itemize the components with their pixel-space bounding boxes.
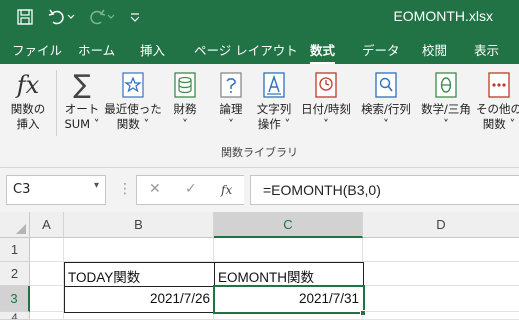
select-all-button[interactable] bbox=[0, 212, 30, 238]
file-title: EOMONTH.xlsx bbox=[393, 8, 493, 24]
cell-a1[interactable] bbox=[30, 238, 64, 262]
cell-b2[interactable]: TODAY関数 bbox=[64, 262, 215, 287]
tab-formulas[interactable]: 数式 bbox=[310, 40, 336, 65]
cell-c2[interactable]: EOMONTH関数 bbox=[214, 262, 364, 287]
financial-label-1: 財務 bbox=[173, 102, 197, 116]
tab-file[interactable]: ファイル bbox=[12, 40, 62, 59]
tab-data[interactable]: データ bbox=[362, 40, 400, 59]
math-trig-label-2: ˅ bbox=[443, 117, 449, 131]
star-recent-icon bbox=[104, 68, 162, 102]
redo-dropdown-icon[interactable] bbox=[104, 6, 118, 28]
logical-label-2: ˅ bbox=[228, 117, 234, 131]
column-header-c[interactable]: C bbox=[214, 212, 363, 238]
lookup-icon bbox=[356, 68, 416, 102]
autosum-icon: ∑ bbox=[73, 70, 91, 100]
date-time-label-2: ˅ bbox=[323, 117, 329, 131]
math-trig-label-1: 数学/三角 bbox=[421, 102, 471, 116]
text-functions-label-1: 文字列 bbox=[256, 102, 292, 116]
ribbon-formulas: fx 関数の 挿入 ∑ オート SUM ˅ 最近使った 関数 ˅ 財務 ˅ 論理… bbox=[0, 64, 519, 168]
lookup-reference-button[interactable]: 検索/行列 ˅ bbox=[356, 68, 416, 132]
more-functions-icon bbox=[474, 68, 519, 102]
cell-d3[interactable] bbox=[363, 286, 519, 312]
cell-a2[interactable] bbox=[30, 262, 64, 286]
logical-icon bbox=[208, 68, 254, 102]
text-functions-label-2: 操作 ˅ bbox=[257, 117, 291, 131]
financial-icon bbox=[162, 68, 208, 102]
autosum-button[interactable]: ∑ オート SUM ˅ bbox=[58, 68, 106, 132]
math-trig-button[interactable]: 数学/三角 ˅ bbox=[416, 68, 476, 132]
more-functions-button[interactable]: その他の 関数 ˅ bbox=[474, 68, 519, 132]
insert-function-label-1: 関数の bbox=[10, 102, 46, 116]
ribbon-tabs: ファイル ホーム 挿入 ページ レイアウト 数式 データ 校閲 表示 bbox=[0, 34, 519, 65]
recently-used-label-2: 関数 ˅ bbox=[116, 117, 150, 131]
column-header-a[interactable]: A bbox=[30, 212, 64, 238]
name-box-dropdown-icon[interactable]: ▾ bbox=[94, 180, 99, 191]
cell-b1[interactable] bbox=[64, 238, 214, 262]
cell-c1[interactable] bbox=[214, 238, 363, 262]
more-functions-label-1: その他の bbox=[476, 102, 519, 116]
text-icon bbox=[250, 68, 298, 102]
name-box[interactable]: C3 ▾ bbox=[6, 175, 106, 205]
insert-function-label-2: 挿入 bbox=[16, 117, 40, 131]
active-cell-border bbox=[213, 285, 365, 314]
cell-b3[interactable]: 2021/7/26 bbox=[64, 286, 215, 313]
tab-insert[interactable]: 挿入 bbox=[140, 40, 165, 59]
tab-review[interactable]: 校閲 bbox=[422, 40, 447, 59]
cell-b4[interactable] bbox=[64, 312, 214, 320]
undo-dropdown-icon[interactable] bbox=[64, 6, 78, 28]
cell-a4[interactable] bbox=[30, 312, 64, 320]
select-all-triangle-icon bbox=[16, 224, 26, 234]
lookup-reference-label-2: ˅ bbox=[383, 117, 389, 131]
fill-handle[interactable] bbox=[360, 310, 366, 316]
cell-d1[interactable] bbox=[363, 238, 519, 262]
save-icon[interactable] bbox=[14, 6, 36, 28]
recently-used-button[interactable]: 最近使った 関数 ˅ bbox=[104, 68, 162, 132]
cell-d4[interactable] bbox=[363, 312, 519, 320]
row-header-2[interactable]: 2 bbox=[0, 262, 30, 286]
insert-function-button[interactable]: fx 関数の 挿入 bbox=[2, 68, 54, 132]
text-functions-button[interactable]: 文字列 操作 ˅ bbox=[250, 68, 298, 132]
formula-bar-grip-icon[interactable]: ⋮ bbox=[118, 181, 132, 197]
row-header-4[interactable]: 4 bbox=[0, 312, 30, 320]
row-header-1[interactable]: 1 bbox=[0, 238, 30, 262]
date-time-button[interactable]: 日付/時刻 ˅ bbox=[296, 68, 356, 132]
enter-icon[interactable]: ✓ bbox=[185, 181, 197, 197]
worksheet-grid: A B C D 1 2 3 4 TODAY関数 EOMONTH関数 2021/7… bbox=[0, 212, 519, 320]
math-trig-icon bbox=[416, 68, 476, 102]
insert-function-icon[interactable]: fx bbox=[221, 183, 232, 197]
name-box-value: C3 bbox=[13, 182, 31, 197]
function-library-group-label: 関数ライブラリ bbox=[221, 146, 298, 159]
more-functions-label-2: 関数 ˅ bbox=[482, 117, 516, 131]
cell-a3[interactable] bbox=[30, 286, 64, 312]
column-header-b[interactable]: B bbox=[64, 212, 214, 238]
fx-insert-function-icon: fx bbox=[16, 71, 40, 99]
logical-button[interactable]: 論理 ˅ bbox=[208, 68, 254, 132]
lookup-reference-label-1: 検索/行列 bbox=[361, 102, 411, 116]
formula-input[interactable]: =EOMONTH(B3,0) bbox=[250, 175, 519, 205]
logical-label-1: 論理 bbox=[219, 102, 243, 116]
tab-view[interactable]: 表示 bbox=[474, 40, 499, 59]
autosum-label-1: オート bbox=[64, 102, 100, 116]
cell-d2[interactable] bbox=[363, 262, 519, 286]
tab-formulas-label: 数式 bbox=[310, 43, 336, 58]
date-time-label-1: 日付/時刻 bbox=[301, 102, 351, 116]
ribbon-separator bbox=[56, 70, 57, 136]
formula-bar: C3 ▾ ⋮ ✕ ✓ fx =EOMONTH(B3,0) bbox=[0, 168, 519, 212]
formula-bar-buttons: ✕ ✓ fx bbox=[136, 175, 244, 205]
recently-used-label-1: 最近使った bbox=[104, 102, 162, 116]
financial-label-2: ˅ bbox=[182, 117, 188, 131]
date-time-icon bbox=[296, 68, 356, 102]
autosum-label-2: SUM ˅ bbox=[64, 117, 100, 131]
column-header-d[interactable]: D bbox=[363, 212, 519, 238]
tab-page-layout[interactable]: ページ レイアウト bbox=[194, 40, 298, 59]
financial-button[interactable]: 財務 ˅ bbox=[162, 68, 208, 132]
row-header-3[interactable]: 3 bbox=[0, 286, 30, 312]
customize-toolbar-icon[interactable] bbox=[124, 6, 146, 28]
tab-home[interactable]: ホーム bbox=[78, 40, 115, 59]
title-bar: EOMONTH.xlsx bbox=[0, 0, 519, 34]
cancel-icon[interactable]: ✕ bbox=[149, 181, 161, 197]
